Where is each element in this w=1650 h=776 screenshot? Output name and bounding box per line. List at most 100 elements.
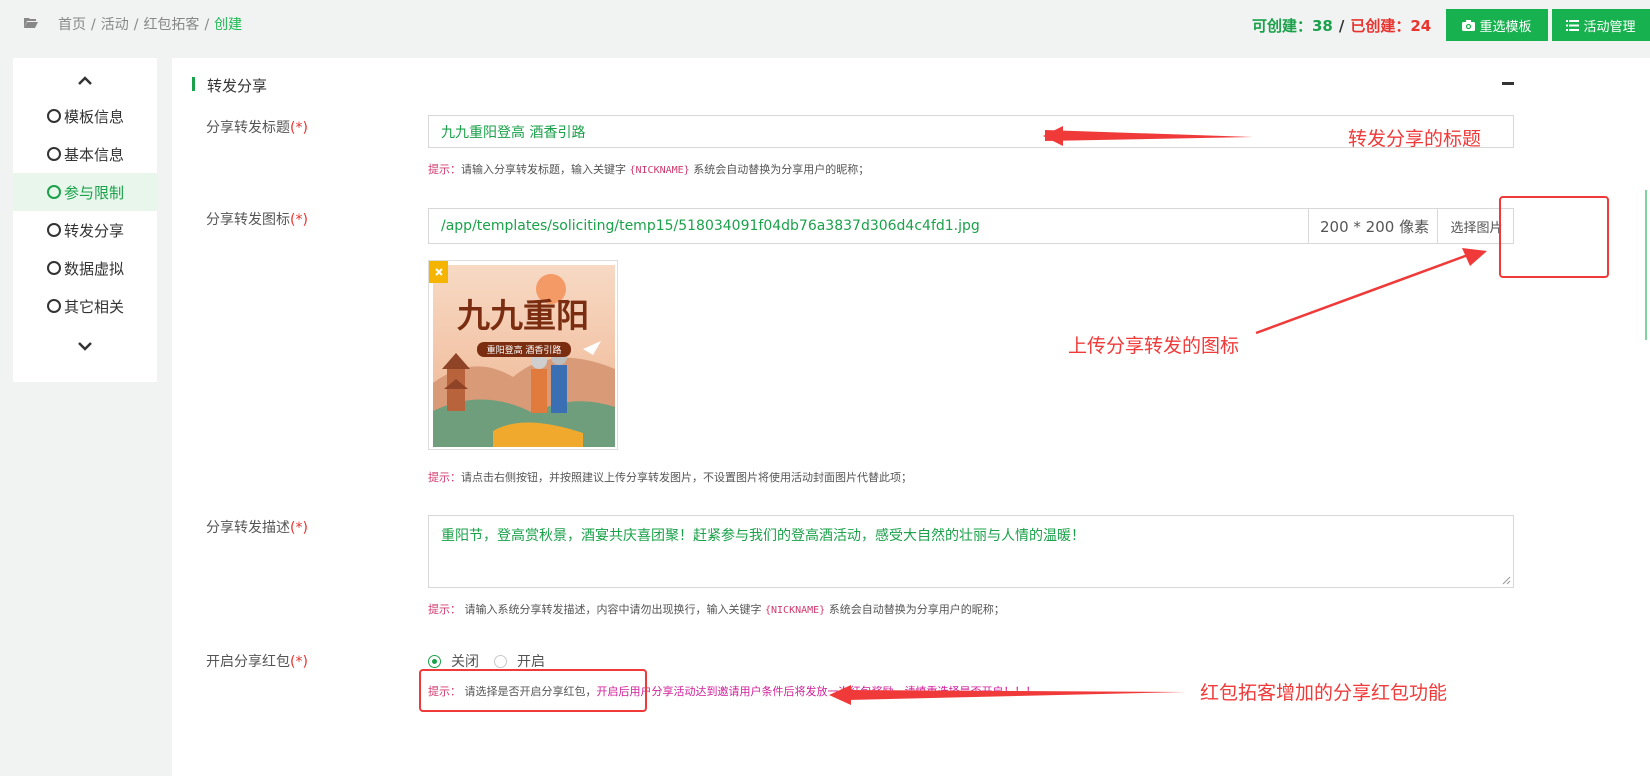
nav-item-template-info[interactable]: 模板信息 (13, 97, 157, 135)
share-desc-hint: 提示： 请输入系统分享转发描述，内容中请勿出现换行，输入关键字 {NICKNAM… (428, 601, 1005, 617)
remove-image-button[interactable] (429, 261, 448, 283)
redpacket-off-radio[interactable]: 关闭 (428, 651, 479, 671)
share-image-subtitle: 重阳登高 酒香引路 (487, 344, 562, 356)
share-desc-label-text: 分享转发描述 (206, 520, 290, 536)
nav-item-label: 基本信息 (64, 145, 125, 164)
share-icon-path-input[interactable]: /app/templates/soliciting/temp15/5180340… (428, 208, 1514, 244)
share-icon-label: 分享转发图标(*) (206, 209, 308, 229)
share-icon-label-text: 分享转发图标 (206, 212, 290, 228)
nav-item-basic-info[interactable]: 基本信息 (13, 135, 157, 173)
hint-keyword: {NICKNAME} (629, 165, 690, 176)
close-icon (434, 268, 443, 276)
circle-icon (47, 223, 61, 237)
nav-item-virtual-data[interactable]: 数据虚拟 (13, 249, 157, 287)
list-icon (1566, 19, 1580, 31)
breadcrumb-home[interactable]: 首页 (58, 17, 86, 33)
section-accent-bar (192, 77, 195, 91)
hint-text: 请选择是否开启分享红包， (461, 685, 597, 698)
nav-item-label: 其它相关 (64, 297, 125, 316)
hint-text: 请点击右侧按钮，并按照建议上传分享转发图片，不设置图片将使用活动封面图片代替此项… (461, 471, 912, 484)
camera-icon (1462, 19, 1476, 31)
share-redpacket-label: 开启分享红包(*) (206, 651, 308, 671)
svg-text:九九重阳: 九九重阳 (457, 296, 589, 335)
share-icon-preview: 九九重阳 重阳登高 酒香引路 (428, 260, 618, 450)
chevron-up-icon (78, 75, 92, 85)
nav-item-label: 参与限制 (64, 183, 125, 202)
nav-item-participation-limits[interactable]: 参与限制 (13, 173, 157, 211)
folder-open-icon (24, 18, 38, 28)
share-title-hint: 提示：请输入分享转发标题，输入关键字 {NICKNAME} 系统会自动替换为分享… (428, 161, 869, 177)
quota-counter: 可创建：38 / 已创建：24 (1252, 15, 1431, 36)
section-nav: 模板信息 基本信息 参与限制 转发分享 数据虚拟 其它相关 (13, 58, 157, 382)
hint-lead: 提示： (428, 685, 461, 698)
reselect-template-button[interactable]: 重选模板 (1446, 9, 1548, 41)
breadcrumb-separator: / (204, 17, 210, 33)
hint-text: 请输入分享转发标题，输入关键字 (461, 163, 630, 176)
form-panel: 转发分享 分享转发标题(*) 九九重阳登高 酒香引路 提示：请输入分享转发标题，… (172, 58, 1650, 776)
required-mark: (*) (290, 120, 308, 136)
share-redpacket-hint: 提示： 请选择是否开启分享红包，开启后用户分享活动达到邀请用户条件后将发放一次红… (428, 683, 1037, 699)
nav-item-label: 转发分享 (64, 221, 125, 240)
breadcrumb-separator: / (91, 17, 96, 33)
page-scrollbar[interactable] (1645, 190, 1647, 340)
share-desc-value: 重阳节，登高赏秋景，酒宴共庆喜团聚！赶紧参与我们的登高酒活动，感受大自然的壮丽与… (441, 528, 1085, 544)
share-icon-hint: 提示：请点击右侧按钮，并按照建议上传分享转发图片，不设置图片将使用活动封面图片代… (428, 469, 912, 485)
circle-icon (47, 185, 61, 199)
breadcrumb-redpacket[interactable]: 红包拓客 (143, 17, 199, 33)
hint-text: 系统会自动替换为分享用户的昵称； (825, 603, 1005, 616)
circle-icon (47, 261, 61, 275)
redpacket-on-radio[interactable]: 开启 (494, 651, 545, 671)
share-desc-label: 分享转发描述(*) (206, 517, 308, 537)
activity-manage-button[interactable]: 活动管理 (1552, 9, 1650, 41)
share-image-title: 九九重阳 (457, 296, 589, 335)
hint-keyword: {NICKNAME} (765, 605, 826, 616)
annotation-icon-note: 上传分享转发的图标 (1068, 335, 1240, 357)
radio-dot (494, 654, 507, 668)
resize-handle-icon[interactable] (1502, 576, 1511, 585)
nav-item-label: 模板信息 (64, 107, 125, 126)
activity-manage-label: 活动管理 (1583, 18, 1636, 34)
share-title-value: 九九重阳登高 酒香引路 (441, 124, 586, 141)
nav-item-share[interactable]: 转发分享 (13, 211, 157, 249)
required-mark: (*) (290, 520, 308, 536)
required-mark: (*) (290, 654, 308, 670)
share-image: 九九重阳 重阳登高 酒香引路 (433, 265, 615, 447)
radio-dot (428, 654, 441, 668)
breadcrumb-activity[interactable]: 活动 (101, 17, 129, 33)
share-title-label: 分享转发标题(*) (206, 117, 308, 137)
reselect-template-label: 重选模板 (1479, 18, 1532, 34)
top-bar: 首页 / 活动 / 红包拓客 / 创建 可创建：38/已创建：24 重选模板 活动管理 (0, 0, 1650, 58)
choose-image-button[interactable]: 选择图片 (1437, 209, 1513, 243)
share-icon-path-value: /app/templates/soliciting/temp15/5180340… (441, 218, 980, 234)
radio-label: 关闭 (451, 654, 479, 670)
icon-size-hint: 200 * 200 像素 (1308, 209, 1438, 243)
nav-down-button[interactable] (73, 336, 97, 356)
nav-item-other[interactable]: 其它相关 (13, 287, 157, 325)
chevron-down-icon (78, 341, 92, 351)
annotation-title-note: 转发分享的标题 (1348, 128, 1482, 150)
can-create-count: 可创建：38 (1252, 17, 1333, 35)
nav-up-button[interactable] (73, 70, 97, 90)
circle-icon (47, 147, 61, 161)
hint-lead: 提示： (428, 163, 461, 176)
quota-separator: / (1338, 17, 1345, 35)
share-redpacket-label-text: 开启分享红包 (206, 654, 290, 670)
collapse-button[interactable] (1502, 82, 1514, 85)
hint-lead: 提示： (428, 471, 461, 484)
circle-icon (47, 109, 61, 123)
share-title-label-text: 分享转发标题 (206, 120, 290, 136)
breadcrumb: 首页 / 活动 / 红包拓客 / 创建 (58, 14, 242, 34)
radio-label: 开启 (517, 654, 545, 670)
annotation-redpacket-note: 红包拓客增加的分享红包功能 (1200, 682, 1448, 704)
hint-text: 系统会自动替换为分享用户的昵称； (689, 163, 870, 176)
share-desc-textarea[interactable]: 重阳节，登高赏秋景，酒宴共庆喜团聚！赶紧参与我们的登高酒活动，感受大自然的壮丽与… (428, 515, 1514, 588)
breadcrumb-separator: / (133, 17, 139, 33)
nav-item-label: 数据虚拟 (64, 259, 125, 278)
hint-lead: 提示： (428, 603, 461, 616)
required-mark: (*) (290, 212, 308, 228)
created-count: 已创建：24 (1350, 17, 1432, 35)
hint-warning: 开启后用户分享活动达到邀请用户条件后将发放一次红包奖励，请慎重选择是否开启！！！ (596, 685, 1037, 698)
circle-icon (47, 299, 61, 313)
hint-text: 请输入系统分享转发描述，内容中请勿出现换行，输入关键字 (461, 603, 765, 616)
section-title: 转发分享 (207, 77, 268, 95)
